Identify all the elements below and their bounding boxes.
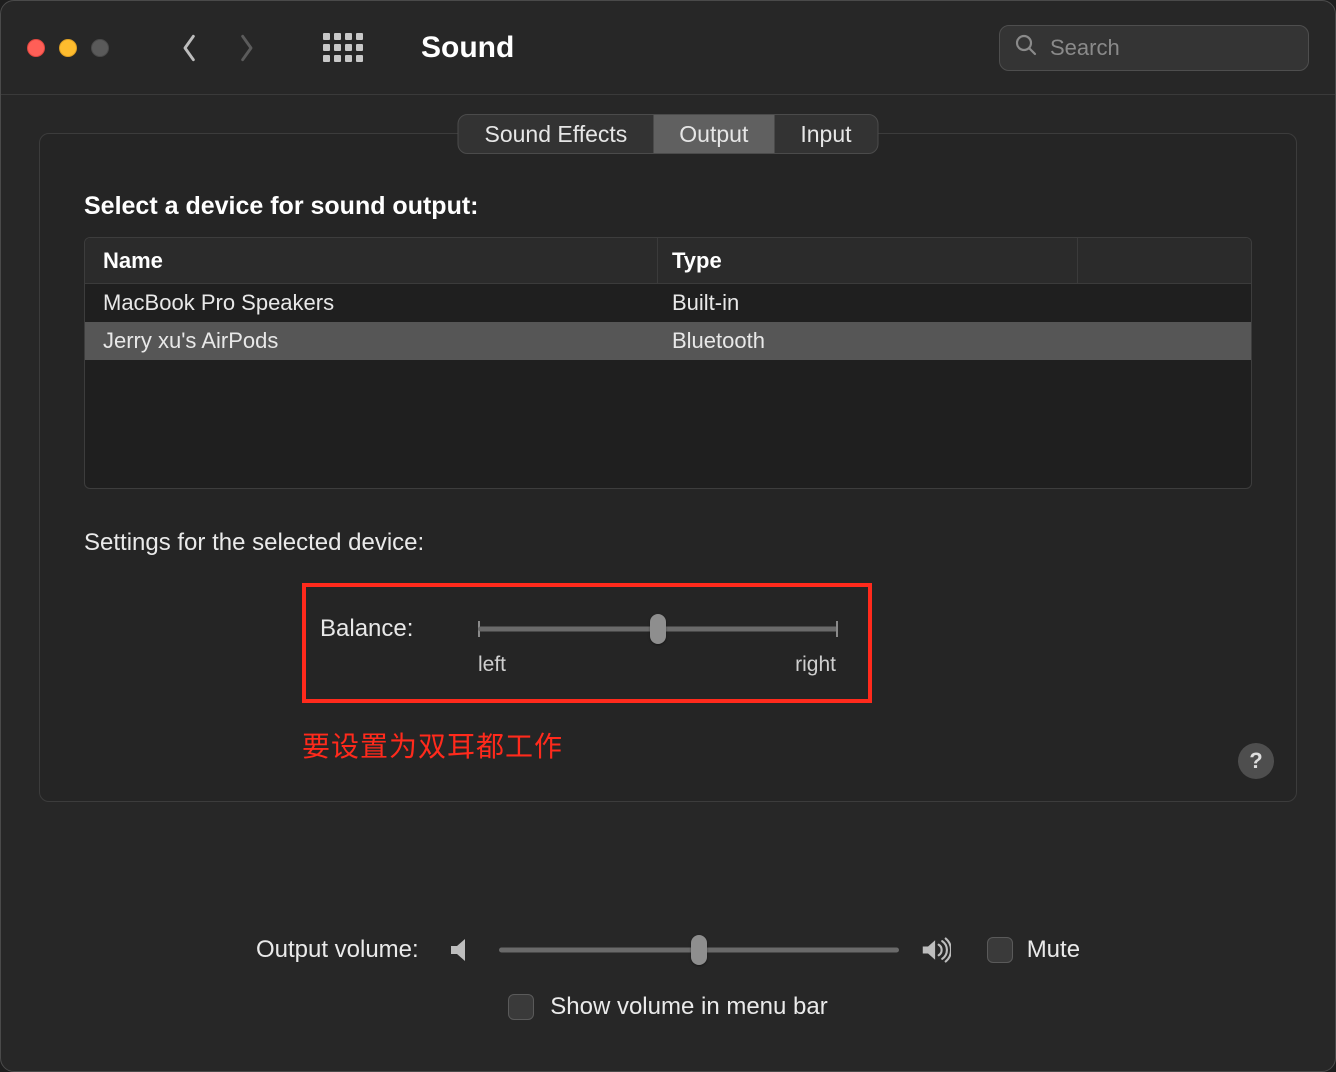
annotation-text: 要设置为双耳都工作 — [302, 725, 1296, 765]
volume-max-icon — [921, 935, 951, 965]
search-input[interactable] — [1050, 35, 1336, 61]
balance-annotation-box: Balance: left right — [302, 583, 872, 703]
tab-output[interactable]: Output — [653, 115, 774, 153]
output-panel: Sound Effects Output Input Select a devi… — [39, 133, 1297, 802]
balance-right-label: right — [795, 653, 836, 677]
help-icon: ? — [1249, 748, 1262, 774]
output-volume-label: Output volume: — [256, 936, 419, 964]
device-name: MacBook Pro Speakers — [85, 290, 658, 316]
select-device-label: Select a device for sound output: — [84, 192, 1296, 221]
table-row[interactable]: Jerry xu's AirPods Bluetooth — [85, 322, 1251, 360]
sound-tabs: Sound Effects Output Input — [458, 114, 879, 154]
tab-label: Sound Effects — [485, 121, 628, 148]
balance-left-label: left — [478, 653, 506, 677]
balance-slider[interactable] — [478, 613, 838, 645]
device-name: Jerry xu's AirPods — [85, 328, 658, 354]
tab-label: Input — [800, 121, 851, 148]
mute-checkbox[interactable] — [987, 937, 1013, 963]
pane-title: Sound — [421, 31, 514, 65]
table-header: Name Type — [85, 238, 1251, 284]
search-field[interactable] — [999, 25, 1309, 71]
minimize-window-button[interactable] — [59, 39, 77, 57]
output-device-table: Name Type MacBook Pro Speakers Built-in … — [84, 237, 1252, 489]
search-icon — [1014, 33, 1038, 62]
balance-label: Balance: — [320, 615, 450, 643]
tab-sound-effects[interactable]: Sound Effects — [459, 115, 654, 153]
device-type: Bluetooth — [658, 328, 1251, 354]
bottom-controls: Output volume: Mute — [1, 935, 1335, 1021]
column-header-name[interactable]: Name — [85, 238, 658, 283]
device-type: Built-in — [658, 290, 1251, 316]
forward-button[interactable] — [233, 35, 259, 61]
window-controls — [27, 39, 109, 57]
column-header-type[interactable]: Type — [658, 238, 1078, 283]
show-volume-menubar-label: Show volume in menu bar — [550, 993, 827, 1021]
mute-label: Mute — [1027, 936, 1080, 964]
show-volume-menubar-checkbox[interactable] — [508, 994, 534, 1020]
output-volume-slider-knob[interactable] — [691, 935, 707, 965]
titlebar: Sound — [1, 1, 1335, 95]
volume-min-icon — [447, 935, 477, 965]
nav-arrows — [177, 35, 259, 61]
tab-label: Output — [679, 121, 748, 148]
tab-input[interactable]: Input — [774, 115, 877, 153]
zoom-window-button[interactable] — [91, 39, 109, 57]
back-button[interactable] — [177, 35, 203, 61]
help-button[interactable]: ? — [1238, 743, 1274, 779]
balance-slider-knob[interactable] — [650, 614, 666, 644]
show-all-prefs-button[interactable] — [323, 33, 363, 62]
close-window-button[interactable] — [27, 39, 45, 57]
output-volume-slider[interactable] — [499, 935, 899, 965]
table-row[interactable]: MacBook Pro Speakers Built-in — [85, 284, 1251, 322]
settings-for-device-label: Settings for the selected device: — [84, 529, 1296, 557]
